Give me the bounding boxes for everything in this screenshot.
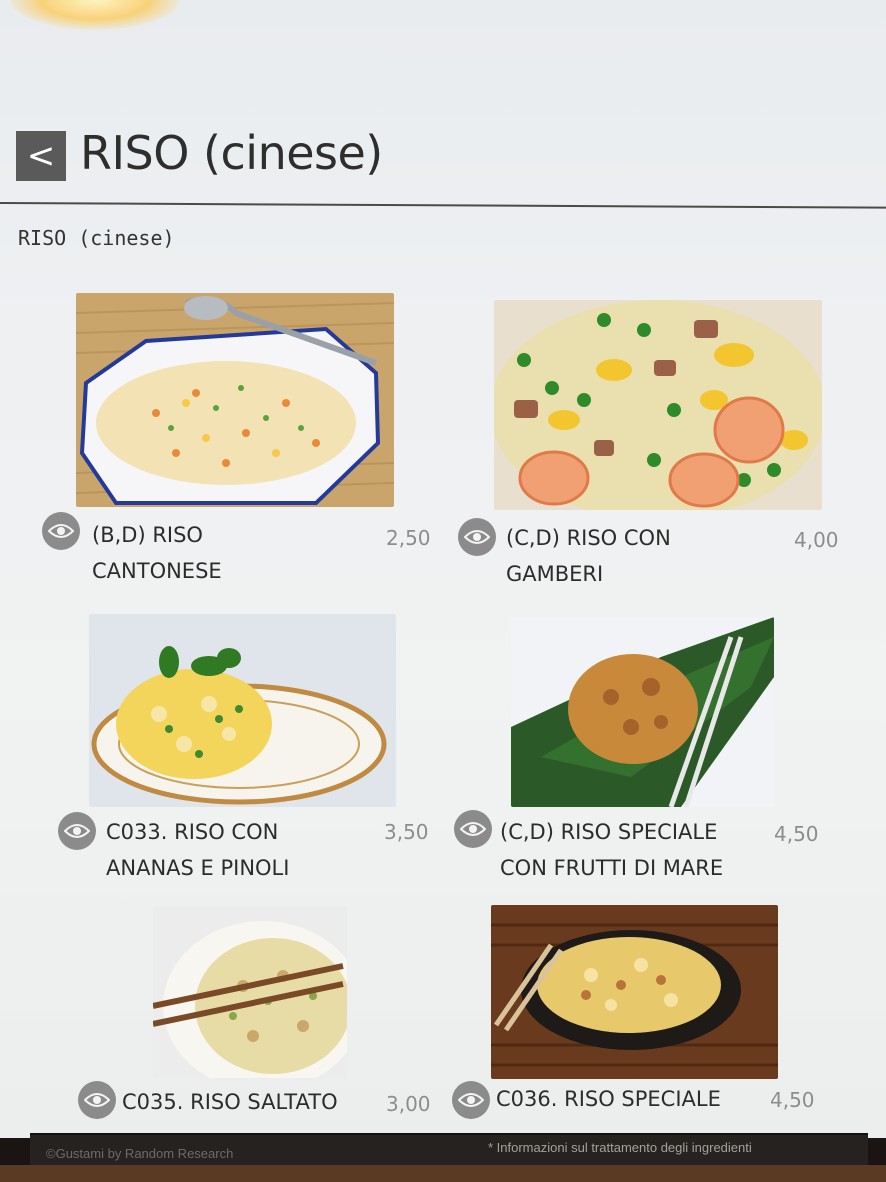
- back-button[interactable]: <: [16, 131, 66, 181]
- dish-price: 3,00: [386, 1092, 431, 1116]
- title-divider: [0, 202, 886, 209]
- dish-photo-riso-cantonese[interactable]: [76, 293, 394, 507]
- dish-photo-riso-ananas-pinoli[interactable]: [89, 614, 396, 807]
- dish-photo-riso-saltato[interactable]: [153, 906, 347, 1078]
- eye-icon[interactable]: [458, 518, 496, 556]
- menu-screen: < RISO (cinese) RISO (cinese) (B,D) RISO…: [0, 0, 886, 1138]
- screen-glare: [10, 0, 180, 30]
- dish-name-riso-con-gamberi[interactable]: (C,D) RISO CON GAMBERI: [506, 520, 671, 592]
- eye-icon[interactable]: [78, 1081, 116, 1119]
- dish-price: 4,50: [770, 1088, 815, 1112]
- ingredients-info-link[interactable]: * Informazioni sul trattamento degli ing…: [488, 1140, 752, 1155]
- eye-icon[interactable]: [454, 810, 492, 848]
- dish-name-riso-ananas-pinoli[interactable]: C033. RISO CON ANANAS E PINOLI: [106, 814, 289, 886]
- dish-price: 4,00: [794, 528, 839, 552]
- dish-price: 3,50: [384, 820, 429, 844]
- dish-price: 4,50: [774, 822, 819, 846]
- dish-photo-riso-speciale[interactable]: [491, 905, 778, 1079]
- footer-credit: ©Gustami by Random Research: [46, 1146, 234, 1161]
- dish-name-riso-frutti-di-mare[interactable]: (C,D) RISO SPECIALE CON FRUTTI DI MARE: [500, 814, 723, 886]
- eye-icon[interactable]: [58, 812, 96, 850]
- category-label: RISO (cinese): [18, 226, 175, 250]
- device-frame: [0, 1165, 886, 1182]
- eye-icon[interactable]: [452, 1081, 490, 1119]
- dish-name-riso-cantonese[interactable]: (B,D) RISO CANTONESE: [92, 517, 222, 589]
- page-title: RISO (cinese): [80, 126, 383, 180]
- dish-photo-riso-frutti-di-mare[interactable]: [511, 617, 774, 807]
- dish-price: 2,50: [386, 526, 431, 550]
- dish-name-riso-speciale[interactable]: C036. RISO SPECIALE: [496, 1081, 721, 1117]
- eye-icon[interactable]: [42, 512, 80, 550]
- dish-photo-riso-con-gamberi[interactable]: [494, 300, 822, 510]
- dish-name-riso-saltato[interactable]: C035. RISO SALTATO: [122, 1084, 338, 1120]
